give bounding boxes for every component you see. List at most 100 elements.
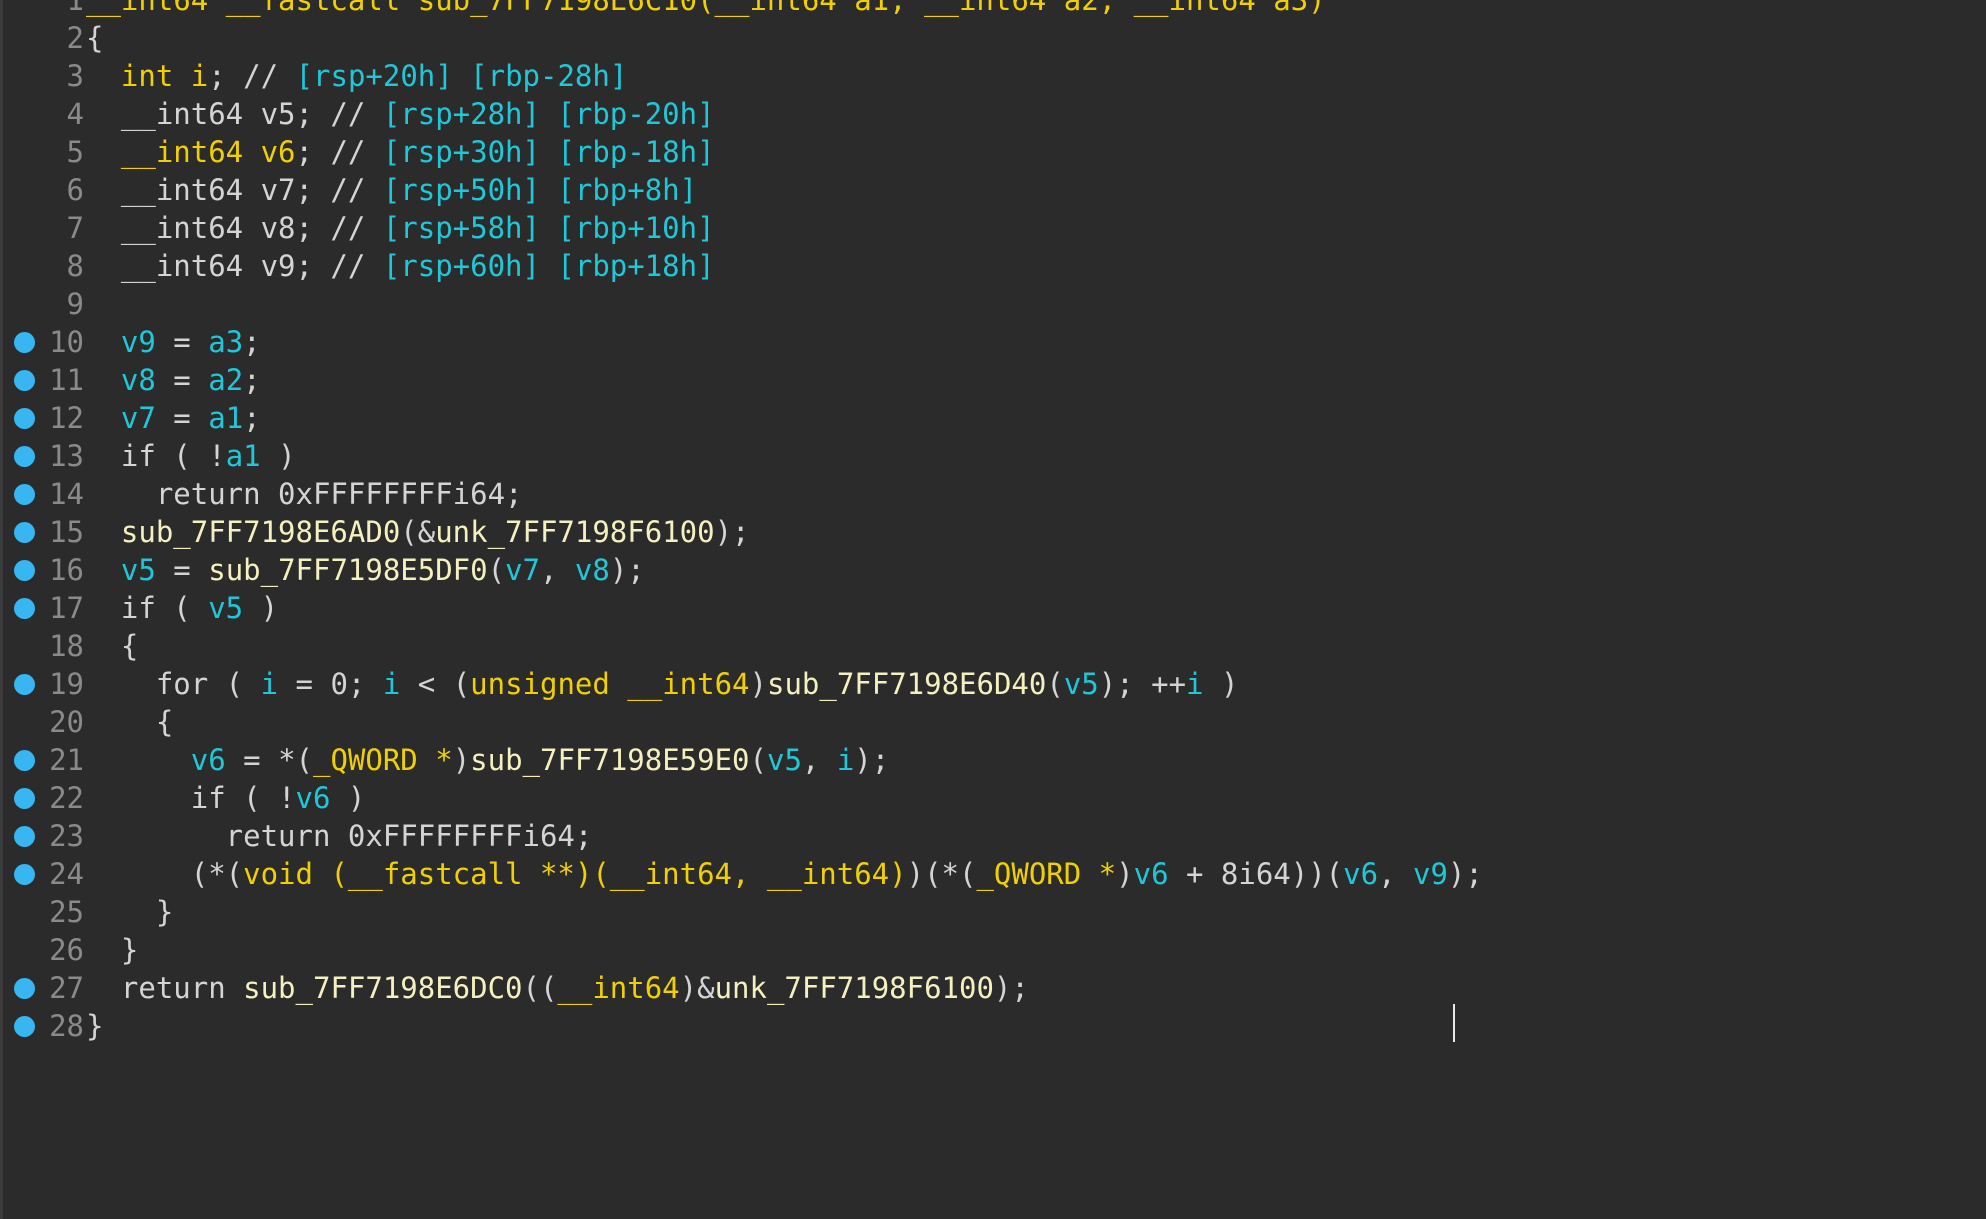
line-number: 28 [49, 1009, 84, 1043]
code-line[interactable]: 19 for ( i = 0; i < (unsigned __int64)su… [0, 665, 1986, 703]
code-line[interactable]: 12 v7 = a1; [0, 399, 1986, 437]
line-number: 26 [49, 933, 84, 967]
code-line[interactable]: 10 v9 = a3; [0, 323, 1986, 361]
code-line[interactable]: 9 [0, 285, 1986, 323]
code-line[interactable]: 18 { [0, 627, 1986, 665]
code-token: v9 [120, 325, 156, 359]
code-line[interactable]: 17 if ( v5 ) [0, 589, 1986, 627]
code-line[interactable]: 6 __int64 v7; // [rsp+50h] [rbp+8h] [0, 171, 1986, 209]
code-line[interactable]: 5 __int64 v6; // [rsp+30h] [rbp-18h] [0, 133, 1986, 171]
code-text: v8 = a2; [86, 361, 261, 399]
line-number: 14 [49, 477, 84, 511]
code-token: sub_7FF7198E6AD0 [120, 515, 401, 549]
code-token: ) [452, 743, 471, 777]
code-token: [rsp+50h] [rbp+8h] [382, 173, 698, 207]
breakpoint-dot-icon[interactable] [14, 560, 35, 581]
code-token: )(*( [906, 857, 977, 891]
code-line[interactable]: 28} [0, 1007, 1986, 1045]
breakpoint-dot-icon[interactable] [14, 370, 35, 391]
pseudocode-view[interactable]: 1 __int64 __fastcall sub_7FF7198E6C10(__i… [0, 0, 1986, 1219]
line-number: 12 [49, 401, 84, 435]
code-line[interactable]: 16 v5 = sub_7FF7198E5DF0(v7, v8); [0, 551, 1986, 589]
line-number: 2 [66, 21, 84, 55]
line-number: 11 [49, 363, 84, 397]
code-line[interactable]: 24 (*(void (__fastcall **)(__int64, __in… [0, 855, 1986, 893]
code-token: void (__fastcall **)(__int64, __int64) [243, 857, 907, 891]
breakpoint-dot-icon[interactable] [14, 864, 35, 885]
code-token: i [190, 59, 209, 93]
breakpoint-dot-icon[interactable] [14, 978, 35, 999]
code-token: (( [522, 971, 558, 1005]
code-text: __int64 v9; // [rsp+60h] [rbp+18h] [86, 247, 715, 285]
line-number: 18 [49, 629, 84, 663]
code-token: __int64 v9; // [86, 249, 383, 283]
code-token: ) [749, 667, 767, 701]
breakpoint-dot-icon[interactable] [14, 522, 35, 543]
code-token: unk_7FF7198F6100 [435, 515, 715, 549]
breakpoint-dot-icon[interactable] [14, 332, 35, 353]
code-token: sub_7FF7198E5DF0 [208, 553, 488, 587]
code-token: v6 [1343, 857, 1379, 891]
code-token: a1 [225, 439, 261, 473]
code-line[interactable]: 23 return 0xFFFFFFFFi64; [0, 817, 1986, 855]
code-token: unsigned __int64 [470, 667, 750, 701]
code-token: ; // [295, 135, 383, 169]
code-line[interactable]: 26 } [0, 931, 1986, 969]
code-text: for ( i = 0; i < (unsigned __int64)sub_7… [86, 665, 1239, 703]
breakpoint-dot-icon[interactable] [14, 446, 35, 467]
code-line[interactable]: 20 { [0, 703, 1986, 741]
code-token: [rsp+28h] [rbp-20h] [382, 97, 715, 131]
code-token: ); [854, 743, 890, 777]
text-cursor [1453, 1004, 1455, 1042]
code-line[interactable]: 27 return sub_7FF7198E6DC0((__int64)&unk… [0, 969, 1986, 1007]
code-text: } [86, 1007, 103, 1045]
breakpoint-dot-icon[interactable] [14, 1016, 35, 1037]
code-line[interactable]: 13 if ( !a1 ) [0, 437, 1986, 475]
code-line[interactable]: 14 return 0xFFFFFFFFi64; [0, 475, 1986, 513]
code-text: { [86, 703, 173, 741]
code-token: v5 [208, 591, 244, 625]
code-line[interactable]: 2{ [0, 19, 1986, 57]
code-token: return 0xFFFFFFFFi64; [86, 819, 593, 853]
breakpoint-dot-icon[interactable] [14, 674, 35, 695]
code-line[interactable]: 25 } [0, 893, 1986, 931]
code-token: v6 [295, 781, 331, 815]
breakpoint-dot-icon[interactable] [14, 598, 35, 619]
breakpoint-dot-icon[interactable] [14, 826, 35, 847]
line-number: 13 [49, 439, 84, 473]
code-token: { [86, 21, 104, 55]
code-token: v5 [120, 553, 156, 587]
code-token: v5 [1063, 667, 1099, 701]
code-token: ) [330, 781, 366, 815]
code-token: unk_7FF7198F6100 [714, 971, 994, 1005]
breakpoint-dot-icon[interactable] [14, 408, 35, 429]
code-line[interactable]: 15 sub_7FF7198E6AD0(&unk_7FF7198F6100); [0, 513, 1986, 551]
code-text: sub_7FF7198E6AD0(&unk_7FF7198F6100); [86, 513, 750, 551]
code-line[interactable]: 8 __int64 v9; // [rsp+60h] [rbp+18h] [0, 247, 1986, 285]
line-number: 4 [66, 97, 84, 131]
code-line[interactable]: 3 int i; // [rsp+20h] [rbp-28h] [0, 57, 1986, 95]
code-line[interactable]: 4 __int64 v5; // [rsp+28h] [rbp-20h] [0, 95, 1986, 133]
code-line[interactable]: 7 __int64 v8; // [rsp+58h] [rbp+10h] [0, 209, 1986, 247]
code-token: ) [260, 439, 296, 473]
code-text: v7 = a1; [86, 399, 261, 437]
breakpoint-dot-icon[interactable] [14, 750, 35, 771]
code-token: a1 [208, 401, 244, 435]
code-token: __int64 __fastcall sub_7FF7198E6C10(__in… [86, 0, 1326, 17]
code-token: if ( [86, 591, 209, 625]
code-line[interactable]: 22 if ( !v6 ) [0, 779, 1986, 817]
breakpoint-dot-icon[interactable] [14, 788, 35, 809]
code-text: { [86, 627, 138, 665]
line-number: 19 [49, 667, 84, 701]
code-line[interactable]: 11 v8 = a2; [0, 361, 1986, 399]
code-token: __int64 v7; // [86, 173, 383, 207]
code-token: i [836, 743, 855, 777]
code-line[interactable]: 21 v6 = *(_QWORD *)sub_7FF7198E59E0(v5, … [0, 741, 1986, 779]
breakpoint-dot-icon[interactable] [14, 484, 35, 505]
code-token: ; [243, 325, 261, 359]
code-token: (*( [86, 857, 244, 891]
code-line[interactable]: 1 __int64 __fastcall sub_7FF7198E6C10(__i… [0, 0, 1986, 19]
code-token: ( [487, 553, 506, 587]
